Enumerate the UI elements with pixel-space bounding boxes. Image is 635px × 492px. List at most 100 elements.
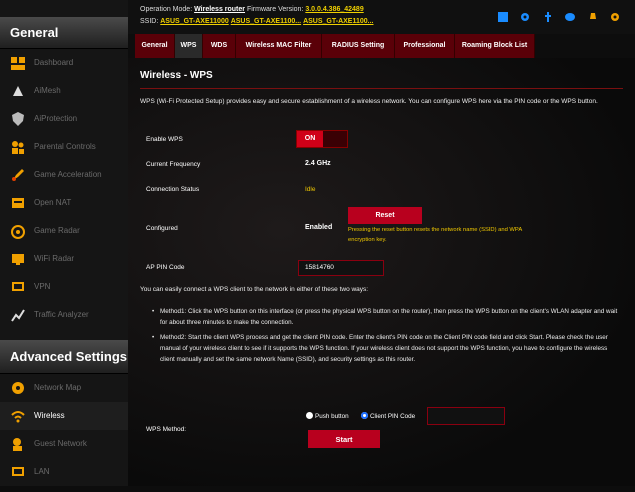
- ways-text: You can easily connect a WPS client to t…: [140, 286, 369, 293]
- app-window: General Dashboard AiMesh AiProtection Pa…: [0, 0, 635, 486]
- reset-note: Pressing the reset button resets the net…: [348, 227, 522, 243]
- sidebar-item-parental-controls[interactable]: Parental Controls: [0, 133, 128, 161]
- ssid-link[interactable]: ASUS_GT-AXE1100...: [231, 18, 301, 25]
- sidebar-item-lan[interactable]: LAN: [0, 458, 128, 486]
- method2-text: Method2: Start the client WPS process an…: [152, 332, 620, 365]
- ssid-label: SSID:: [140, 18, 159, 25]
- settings-icon[interactable]: [610, 9, 620, 21]
- connection-status-label: Connection Status: [146, 186, 200, 193]
- status-icons: [498, 9, 628, 27]
- tab-general[interactable]: General: [135, 34, 175, 58]
- methods-list: Method1: Click the WPS button on this in…: [152, 306, 620, 369]
- sidebar-item-label: Dashboard: [34, 58, 74, 67]
- ap-pin-code-field: 15814760: [298, 260, 384, 276]
- push-button-radio[interactable]: Push button: [306, 412, 349, 420]
- radio-selected-icon: [361, 412, 368, 419]
- sidebar-item-wireless[interactable]: Wireless: [0, 402, 128, 430]
- dashboard-icon: [10, 55, 26, 71]
- enable-wps-label: Enable WPS: [146, 136, 183, 143]
- tab-professional[interactable]: Professional: [395, 34, 455, 58]
- guest-network-icon: [10, 436, 26, 452]
- sidebar-item-guest-network[interactable]: Guest Network: [0, 430, 128, 458]
- ssid-link[interactable]: ASUS_GT-AXE1100...: [303, 18, 373, 25]
- lan-icon: [10, 464, 26, 480]
- configured-label: Configured: [146, 225, 178, 232]
- configured-value: Enabled: [305, 224, 333, 231]
- parental-icon: [10, 139, 26, 155]
- sidebar-item-label: LAN: [34, 467, 50, 476]
- sidebar-item-game-radar[interactable]: Game Radar: [0, 217, 128, 245]
- sidebar-advanced-header: Advanced Settings: [0, 340, 128, 374]
- sidebar-item-aiprotection[interactable]: AiProtection: [0, 105, 128, 133]
- wps-method-label: WPS Method:: [146, 426, 187, 433]
- wireless-icon: [10, 408, 26, 424]
- firmware-link[interactable]: 3.0.0.4.386_42489: [305, 6, 363, 13]
- enable-wps-toggle[interactable]: ON: [296, 130, 348, 148]
- ssid-link[interactable]: ASUS_GT-AXE11000: [160, 18, 228, 25]
- divider: [140, 88, 623, 89]
- sidebar-item-vpn[interactable]: VPN: [0, 273, 128, 301]
- nat-icon: [10, 195, 26, 211]
- connection-status-value: Idle: [305, 186, 316, 193]
- vpn-icon: [10, 279, 26, 295]
- sidebar: General Dashboard AiMesh AiProtection Pa…: [0, 0, 128, 486]
- client-pin-input[interactable]: [427, 407, 505, 425]
- current-frequency-label: Current Frequency: [146, 161, 201, 168]
- network-status-icon[interactable]: [498, 9, 508, 22]
- opmode-label: Operation Mode:: [140, 6, 193, 13]
- sidebar-general-header: General: [0, 17, 128, 49]
- rocket-icon: [10, 167, 26, 183]
- light-icon[interactable]: [588, 9, 598, 19]
- toggle-on-label: ON: [297, 131, 323, 147]
- radio-icon: [306, 412, 313, 419]
- main-content: Wireless - WPS WPS (Wi-Fi Protected Setu…: [128, 58, 635, 486]
- gear-icon[interactable]: [520, 9, 530, 21]
- sidebar-item-aimesh[interactable]: AiMesh: [0, 77, 128, 105]
- sidebar-item-label: WiFi Radar: [34, 254, 75, 263]
- aimesh-icon: [10, 83, 26, 99]
- sidebar-item-label: Parental Controls: [34, 142, 96, 151]
- wifi-radar-icon: [10, 251, 26, 267]
- sidebar-item-label: Open NAT: [34, 198, 72, 207]
- tab-radius-setting[interactable]: RADIUS Setting: [322, 34, 395, 58]
- ap-pin-code-label: AP PIN Code: [146, 264, 185, 271]
- network-map-icon: [10, 380, 26, 396]
- sidebar-item-network-map[interactable]: Network Map: [0, 374, 128, 402]
- page-title: Wireless - WPS: [140, 70, 213, 81]
- client-pin-radio[interactable]: Client PIN Code: [361, 412, 415, 420]
- current-frequency-value: 2.4 GHz: [305, 160, 331, 167]
- sidebar-item-traffic-analyzer[interactable]: Traffic Analyzer: [0, 301, 128, 329]
- shield-icon: [10, 111, 26, 127]
- sidebar-item-dashboard[interactable]: Dashboard: [0, 49, 128, 77]
- ssid-info: SSID: ASUS_GT-AXE11000 ASUS_GT-AXE1100..…: [140, 18, 373, 25]
- page-description: WPS (Wi-Fi Protected Setup) provides eas…: [140, 98, 598, 105]
- tab-wireless-mac-filter[interactable]: Wireless MAC Filter: [236, 34, 322, 58]
- sidebar-item-label: Wireless: [34, 411, 65, 420]
- sidebar-item-label: Game Radar: [34, 226, 80, 235]
- sidebar-item-label: AiMesh: [34, 86, 61, 95]
- reset-button[interactable]: Reset: [348, 207, 422, 224]
- analyzer-icon: [10, 307, 26, 323]
- wifi-status-icon[interactable]: [565, 9, 576, 21]
- tab-wds[interactable]: WDS: [203, 34, 236, 58]
- usb-icon[interactable]: [543, 9, 553, 22]
- opmode-link[interactable]: Wireless router: [194, 6, 245, 13]
- sidebar-item-label: Game Acceleration: [34, 170, 102, 179]
- top-header: Operation Mode: Wireless router Firmware…: [128, 0, 635, 34]
- method1-text: Method1: Click the WPS button on this in…: [152, 306, 620, 328]
- client-pin-label: Client PIN Code: [370, 413, 416, 420]
- firmware-label: Firmware Version:: [246, 6, 304, 13]
- sidebar-item-wifi-radar[interactable]: WiFi Radar: [0, 245, 128, 273]
- sidebar-item-open-nat[interactable]: Open NAT: [0, 189, 128, 217]
- tab-wps[interactable]: WPS: [175, 34, 203, 58]
- push-button-label: Push button: [315, 413, 349, 420]
- radar-icon: [10, 223, 26, 239]
- sidebar-item-game-acceleration[interactable]: Game Acceleration: [0, 161, 128, 189]
- sidebar-item-label: Network Map: [34, 383, 82, 392]
- sidebar-item-label: Guest Network: [34, 439, 87, 448]
- sidebar-item-label: AiProtection: [34, 114, 78, 123]
- sidebar-item-label: VPN: [34, 282, 51, 291]
- start-button[interactable]: Start: [308, 430, 380, 448]
- tab-roaming-block-list[interactable]: Roaming Block List: [455, 34, 535, 58]
- sidebar-item-label: Traffic Analyzer: [34, 310, 89, 319]
